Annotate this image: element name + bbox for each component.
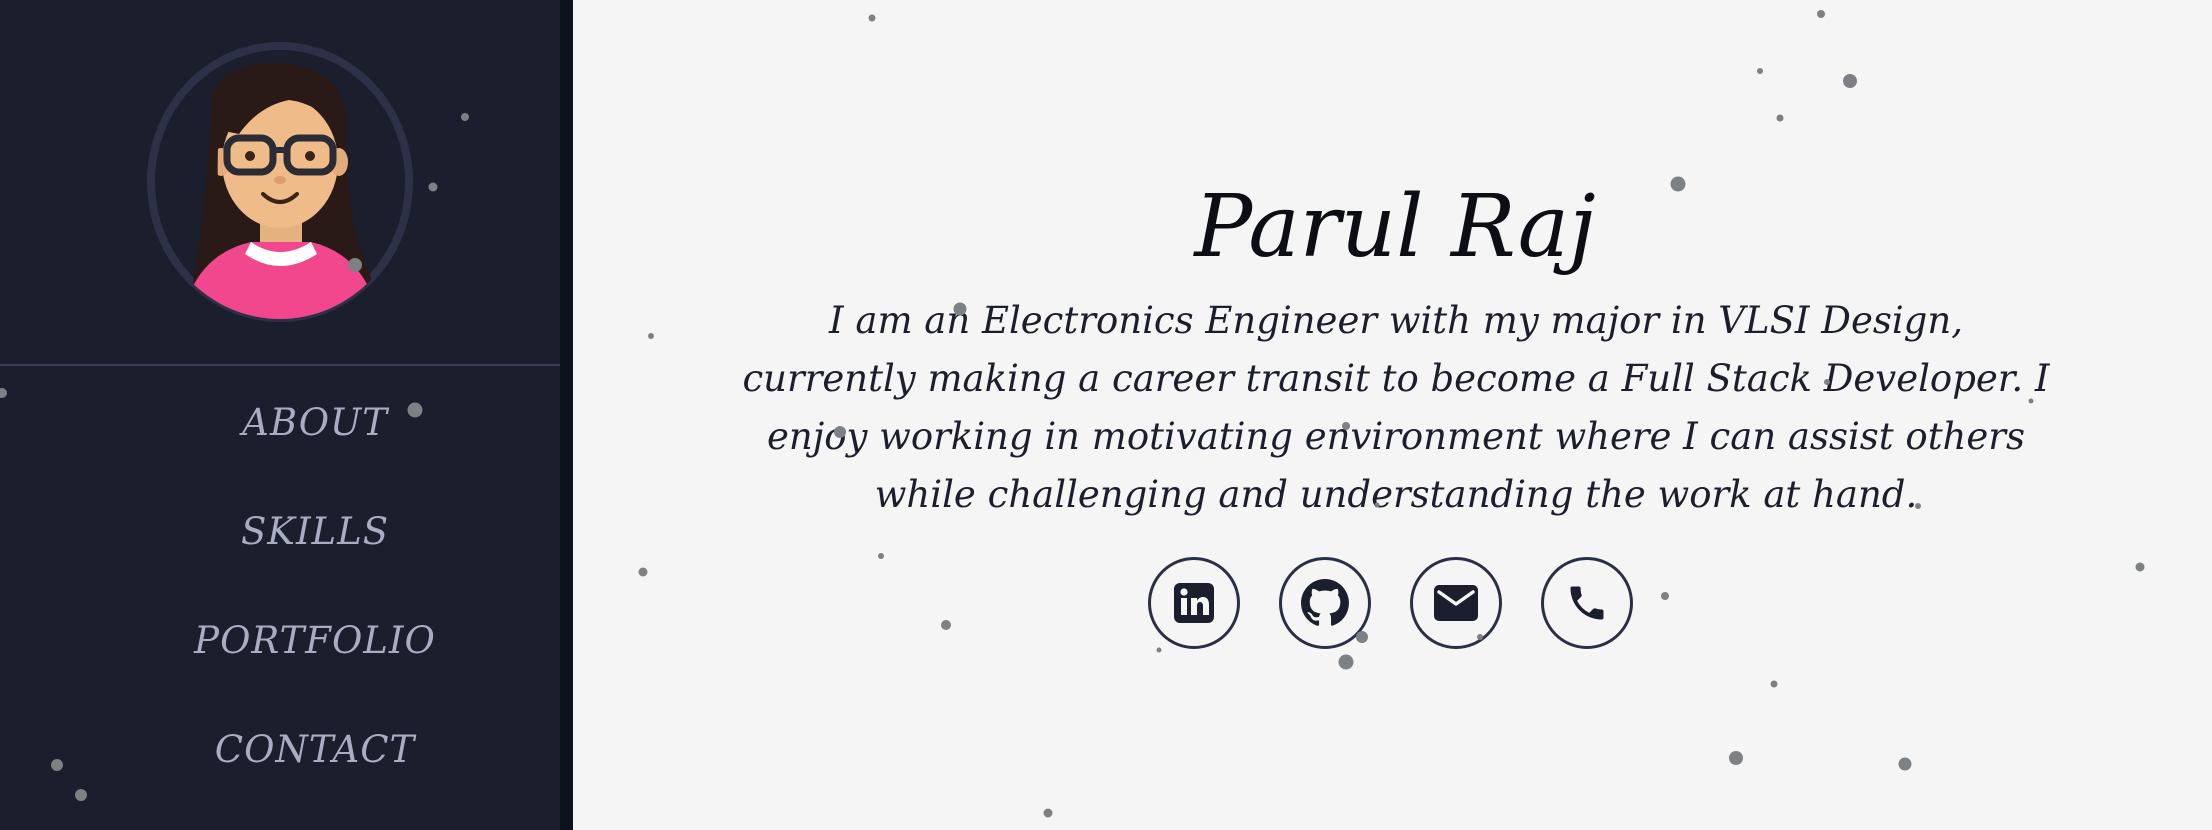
hero-name: Parul Raj <box>1194 177 1596 277</box>
email-button[interactable] <box>1410 557 1502 649</box>
phone-button[interactable] <box>1541 557 1633 649</box>
linkedin-icon <box>1174 583 1214 623</box>
sidebar-edge <box>560 0 573 830</box>
nav-item-about[interactable]: ABOUT <box>0 398 630 448</box>
avatar <box>147 42 413 322</box>
page-root: ABOUT SKILLS PORTFOLIO CONTACT Parul Raj… <box>0 0 2212 830</box>
nav-item-portfolio[interactable]: PORTFOLIO <box>0 616 630 666</box>
linkedin-button[interactable] <box>1148 557 1240 649</box>
mail-icon <box>1434 585 1478 621</box>
sidebar: ABOUT SKILLS PORTFOLIO CONTACT <box>0 0 560 830</box>
hero-bio: I am an Electronics Engineer with my maj… <box>742 299 2050 516</box>
nav-item-contact[interactable]: CONTACT <box>0 725 630 775</box>
phone-icon <box>1570 586 1604 620</box>
nav-item-skills[interactable]: SKILLS <box>0 507 630 557</box>
github-icon <box>1301 579 1349 626</box>
github-button[interactable] <box>1279 557 1371 649</box>
sidebar-divider <box>0 364 560 366</box>
